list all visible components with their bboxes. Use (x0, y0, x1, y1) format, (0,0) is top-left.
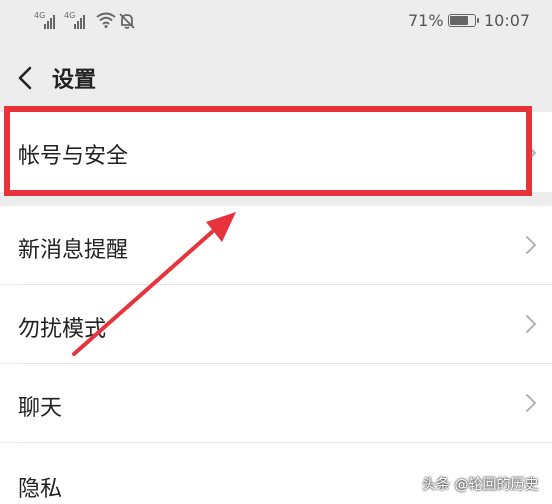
settings-item-label: 聊天 (18, 396, 63, 421)
settings-item-label: 隐私 (18, 477, 63, 502)
watermark: 头条 @轮回的历史 (422, 477, 539, 493)
header: 设置 (0, 44, 552, 110)
chevron-right-icon (526, 315, 537, 333)
battery-fill (450, 16, 469, 25)
status-time: 10:07 (484, 11, 531, 30)
battery-percent: 71% (408, 11, 444, 30)
settings-item-do-not-disturb[interactable]: 勿扰模式 (0, 285, 552, 363)
bell-off-icon (119, 13, 135, 29)
settings-item-chat[interactable]: 聊天 (0, 364, 552, 442)
page-title: 设置 (52, 68, 97, 93)
signal-type-label: 4G (34, 11, 46, 20)
settings-item-label: 勿扰模式 (18, 317, 107, 342)
status-bar: 4G 4G 71% 10:07 (0, 0, 552, 44)
chevron-right-icon (526, 144, 537, 162)
wifi-icon (96, 12, 116, 28)
settings-item-account-security[interactable]: 帐号与安全 (0, 112, 552, 192)
battery-icon (448, 14, 479, 27)
settings-item-label: 帐号与安全 (18, 144, 129, 169)
settings-item-label: 新消息提醒 (18, 238, 129, 263)
chevron-left-icon[interactable] (8, 60, 44, 96)
chevron-right-icon (526, 236, 537, 254)
settings-item-new-message-alerts[interactable]: 新消息提醒 (0, 206, 552, 284)
signal-type-label: 4G (64, 11, 76, 20)
chevron-right-icon (526, 394, 537, 412)
